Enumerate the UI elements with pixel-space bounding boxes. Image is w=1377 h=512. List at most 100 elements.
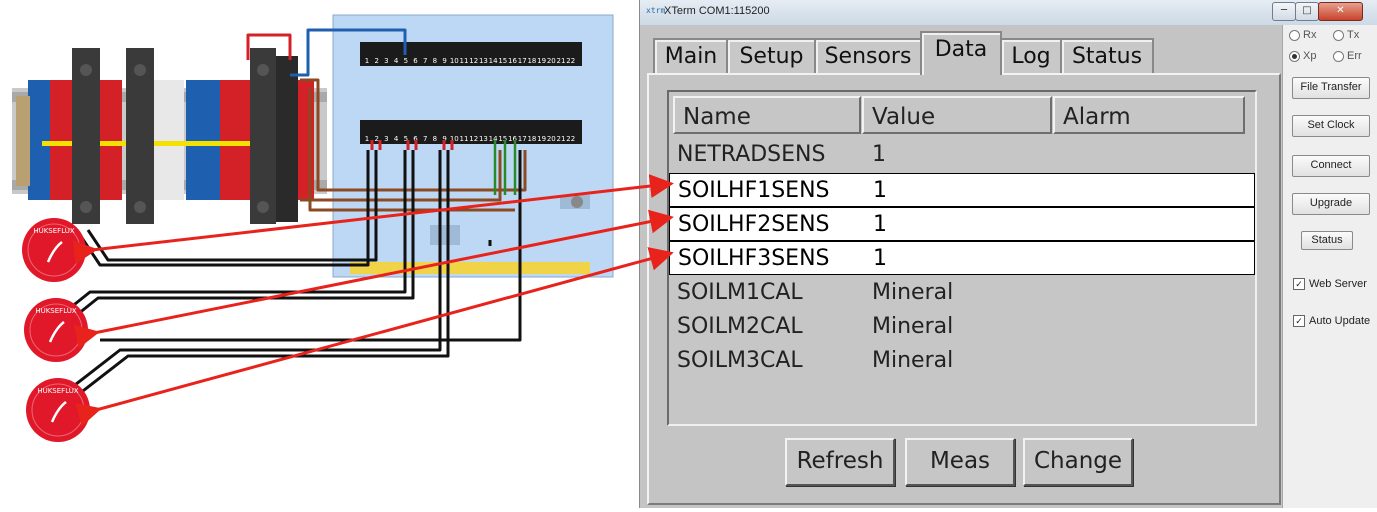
wiring-diagram: 1 2 3 4 5 6 7 8 9 10 11 12 13 14 15 16 17 18 19 20 21 22 1234… <box>0 0 640 508</box>
radio-xp[interactable]: Xp <box>1289 50 1316 62</box>
table-row[interactable]: SOILM1CAL Mineral <box>669 276 1255 310</box>
radio-err-indicator <box>1333 50 1344 62</box>
terminal-number: 18 <box>527 135 536 143</box>
terminal-number: 20 <box>547 135 556 143</box>
close-button[interactable]: ✕ <box>1318 2 1363 21</box>
radio-rx[interactable]: Rx <box>1289 29 1316 41</box>
web-server-checkbox[interactable]: ✓ Web Server <box>1293 278 1367 291</box>
terminal-number: 14 <box>489 57 498 65</box>
window-title: XTerm COM1:115200 <box>664 5 770 17</box>
sensor-2-label: HUKSEFLUX <box>35 307 77 315</box>
table-row[interactable]: SOILM2CAL Mineral <box>669 310 1255 344</box>
row-name: NETRADSENS <box>677 142 826 167</box>
terminal-number: 17 <box>518 57 527 65</box>
tab-setup[interactable]: Setup <box>726 38 817 74</box>
row-name: SOILHF2SENS <box>678 212 830 237</box>
row-name: SOILM2CAL <box>677 314 803 339</box>
terminal-number: 3 <box>384 57 388 65</box>
radio-tx[interactable]: Tx <box>1333 29 1359 41</box>
terminal-number: 22 <box>566 135 575 143</box>
terminal-number: 8 <box>433 57 437 65</box>
refresh-button[interactable]: Refresh <box>785 438 895 486</box>
terminal-number: 2 <box>374 57 378 65</box>
terminal-number: 18 <box>527 57 536 65</box>
terminal-number: 8 <box>433 135 437 143</box>
tab-log[interactable]: Log <box>1000 38 1062 74</box>
meas-button[interactable]: Meas <box>905 438 1015 486</box>
terminal-number: 15 <box>498 57 507 65</box>
row-value: 1 <box>872 142 886 167</box>
web-server-label: Web Server <box>1309 278 1367 290</box>
row-value: 1 <box>873 246 887 271</box>
checkmark-icon: ✓ <box>1293 315 1305 328</box>
radio-err-label: Err <box>1347 50 1362 62</box>
tab-data[interactable]: Data <box>920 31 1002 75</box>
main-panel: Main Setup Sensors Data Log Status Name … <box>640 25 1282 508</box>
radio-rx-indicator <box>1289 29 1300 41</box>
table-row[interactable]: NETRADSENS 1 <box>669 138 1255 172</box>
terminal-number: 11 <box>460 135 469 143</box>
soil-heat-flux-sensor-2: HUKSEFLUX <box>24 298 88 362</box>
terminal-number: 19 <box>537 57 546 65</box>
change-button[interactable]: Change <box>1023 438 1133 486</box>
auto-update-checkbox[interactable]: ✓ Auto Update <box>1293 315 1371 328</box>
connect-button[interactable]: Connect <box>1292 155 1370 177</box>
soil-heat-flux-sensor-1: HUKSEFLUX <box>22 218 86 282</box>
maximize-button[interactable]: □ <box>1295 2 1319 21</box>
side-panel: Rx Tx Xp Err File Transfer Set Clock Con… <box>1282 25 1377 508</box>
tab-main[interactable]: Main <box>653 38 729 74</box>
terminal-number: 1 <box>365 57 369 65</box>
title-bar[interactable]: xtrm XTerm COM1:115200 ─ □ ✕ <box>640 0 1377 26</box>
terminal-number: 4 <box>394 135 399 143</box>
terminal-number: 1 <box>365 135 369 143</box>
tab-sensors[interactable]: Sensors <box>814 38 922 74</box>
board-top-labels: 1 2 3 4 5 6 7 8 9 10 11 12 13 14 15 16 17 18 19 20 21 22 <box>365 57 575 65</box>
terminal-number: 22 <box>566 57 575 65</box>
terminal-number: 13 <box>479 135 488 143</box>
terminal-number: 21 <box>557 135 566 143</box>
column-header-value[interactable]: Value <box>862 96 1052 134</box>
terminal-number: 16 <box>508 57 517 65</box>
auto-update-label: Auto Update <box>1309 315 1371 327</box>
radio-err[interactable]: Err <box>1333 50 1362 62</box>
radio-xp-indicator <box>1289 50 1300 62</box>
terminal-number: 6 <box>413 57 418 65</box>
terminal-number: 3 <box>384 135 388 143</box>
data-grid[interactable]: Name Value Alarm NETRADSENS 1 SOILHF1SEN… <box>667 90 1257 426</box>
row-value: 1 <box>873 212 887 237</box>
table-row[interactable]: SOILM3CAL Mineral <box>669 344 1255 378</box>
board-bottom-labels: 1 2 3 4 5 6 7 8 9 10 11 12 13 14 15 16 17 18 19 20 21 22 <box>365 135 575 143</box>
terminal-number: 10 <box>450 57 459 65</box>
tab-status[interactable]: Status <box>1060 38 1154 74</box>
terminal-strip <box>12 48 327 224</box>
row-value: Mineral <box>872 280 954 305</box>
terminal-number: 4 <box>394 57 399 65</box>
terminal-number: 11 <box>460 57 469 65</box>
file-transfer-button[interactable]: File Transfer <box>1292 77 1370 99</box>
terminal-number: 14 <box>489 135 498 143</box>
table-row[interactable]: SOILHF2SENS 1 <box>669 207 1255 241</box>
terminal-number: 17 <box>518 135 527 143</box>
soil-heat-flux-sensor-3: HUKSEFLUX <box>26 378 90 442</box>
terminal-number: 9 <box>442 57 446 65</box>
column-header-alarm[interactable]: Alarm <box>1053 96 1245 134</box>
table-row[interactable]: SOILHF3SENS 1 <box>669 241 1255 275</box>
terminal-number: 5 <box>404 57 408 65</box>
radio-tx-indicator <box>1333 29 1344 41</box>
minimize-button[interactable]: ─ <box>1272 2 1296 21</box>
table-row[interactable]: SOILHF1SENS 1 <box>669 173 1255 207</box>
radio-rx-label: Rx <box>1303 29 1317 41</box>
row-name: SOILHF3SENS <box>678 246 830 271</box>
status-button[interactable]: Status <box>1301 231 1353 250</box>
upgrade-button[interactable]: Upgrade <box>1292 193 1370 215</box>
checkmark-icon: ✓ <box>1293 278 1305 291</box>
row-value: 1 <box>873 178 887 203</box>
row-value: Mineral <box>872 348 954 373</box>
set-clock-button[interactable]: Set Clock <box>1292 115 1370 137</box>
radio-tx-label: Tx <box>1347 29 1360 41</box>
column-header-name[interactable]: Name <box>673 96 861 134</box>
terminal-number: 20 <box>547 57 556 65</box>
terminal-number: 7 <box>423 135 427 143</box>
row-name: SOILM1CAL <box>677 280 803 305</box>
terminal-number: 2 <box>374 135 378 143</box>
